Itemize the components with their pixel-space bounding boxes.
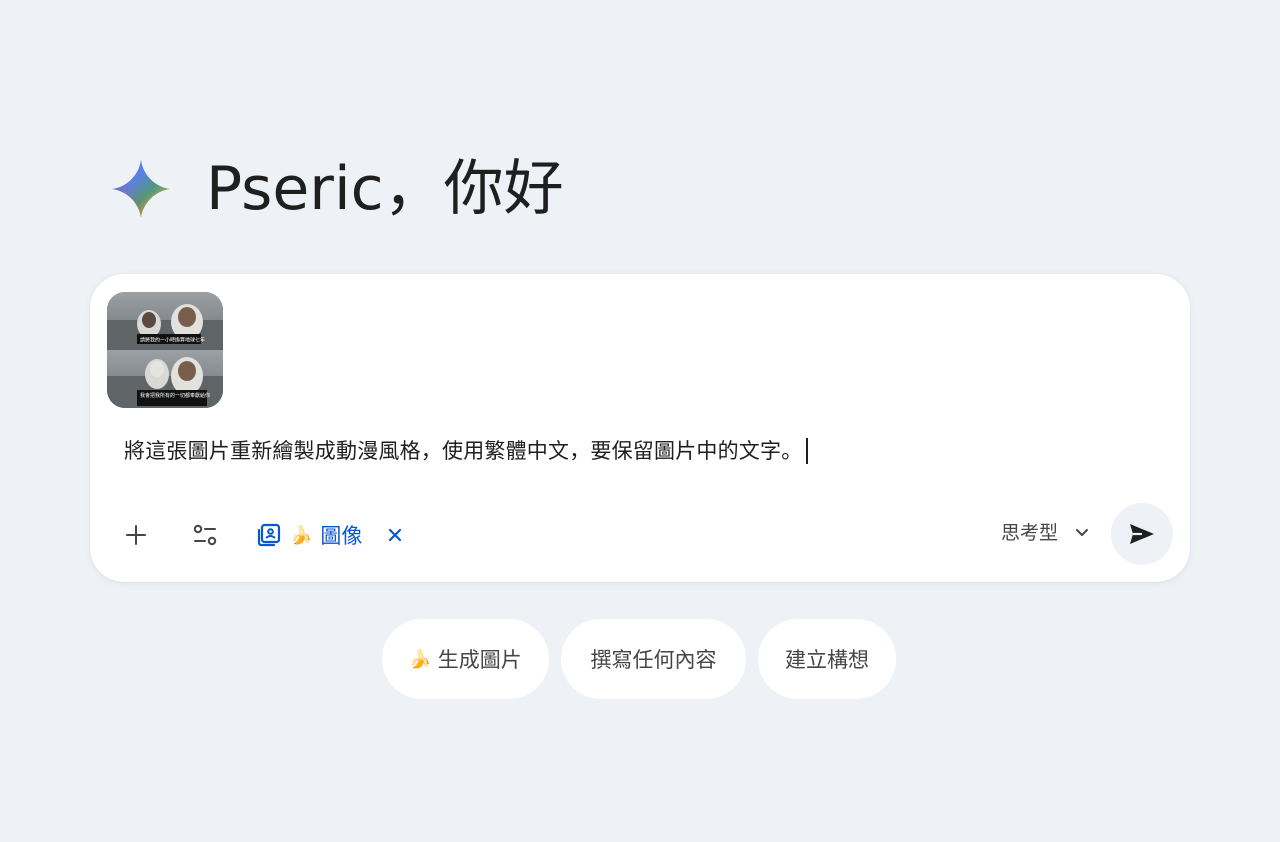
image-tool-icon — [257, 523, 281, 547]
prompt-composer: 請將我的一小時換算地球七年 我會把我所有的一切都奉獻給你 將這張圖片重新繪製成動… — [90, 274, 1190, 582]
model-mode-label: 思考型 — [1000, 522, 1058, 544]
model-mode-selector[interactable]: 思考型 — [1001, 518, 1090, 545]
banana-icon: 🍌 — [409, 648, 432, 670]
suggestion-brainstorm[interactable]: 建立構想 — [758, 619, 896, 699]
text-caret — [806, 438, 809, 464]
plus-icon — [126, 525, 146, 545]
suggestion-chips: 🍌 生成圖片 撰寫任何內容 建立構想 — [382, 619, 896, 699]
remove-tool-button[interactable] — [384, 524, 406, 546]
image-tool-chip[interactable]: 🍌 圖像 — [256, 516, 406, 554]
attached-image-thumbnail[interactable]: 請將我的一小時換算地球七年 我會把我所有的一切都奉獻給你 — [107, 292, 223, 408]
chevron-down-icon — [1076, 528, 1088, 536]
suggestion-write-anything[interactable]: 撰寫任何內容 — [561, 619, 746, 699]
suggestion-label: 建立構想 — [785, 648, 869, 672]
thumbnail-caption-top: 請將我的一小時換算地球七年 — [140, 337, 205, 344]
thumbnail-caption-bottom: 我會把我所有的一切都奉獻給你 — [140, 392, 210, 399]
send-icon — [1130, 524, 1154, 544]
tools-icon — [193, 524, 217, 546]
suggestion-label: 撰寫任何內容 — [590, 648, 717, 672]
prompt-input[interactable]: 將這張圖片重新繪製成動漫風格，使用繁體中文，要保留圖片中的文字。 — [124, 434, 802, 468]
image-tool-label: 圖像 — [320, 524, 363, 548]
gemini-sparkle-icon — [112, 160, 170, 218]
greeting: Pseric，你好 — [110, 158, 564, 220]
greeting-title: Pseric，你好 — [206, 154, 564, 224]
suggestion-generate-image[interactable]: 🍌 生成圖片 — [382, 619, 549, 699]
prompt-input-area[interactable]: 將這張圖片重新繪製成動漫風格，使用繁體中文，要保留圖片中的文字。 — [124, 434, 809, 468]
send-button[interactable] — [1111, 503, 1173, 565]
close-icon — [389, 528, 402, 542]
suggestion-label: 生成圖片 — [437, 648, 522, 672]
add-button[interactable] — [114, 513, 158, 557]
banana-icon: 🍌 — [290, 524, 313, 546]
tools-button[interactable] — [183, 513, 227, 557]
